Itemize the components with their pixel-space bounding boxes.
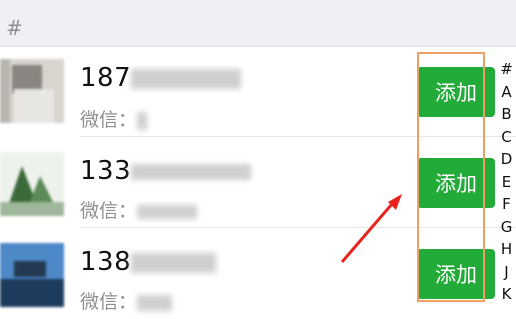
index-bar[interactable]: # A B C D E F G H J K [497, 58, 516, 306]
index-letter[interactable]: C [501, 126, 511, 149]
avatar [0, 59, 64, 123]
index-letter[interactable]: J [504, 261, 508, 284]
red-arrow-icon [340, 194, 402, 263]
contact-wechat: 微信： [80, 196, 198, 223]
index-letter[interactable]: B [501, 103, 511, 126]
contact-wechat: 微信： [80, 105, 148, 132]
index-letter[interactable]: G [501, 216, 513, 239]
divider [80, 136, 516, 137]
section-title: # [6, 16, 23, 40]
index-letter[interactable]: D [501, 148, 513, 171]
contact-row[interactable]: 133 微信： 添加 [0, 138, 516, 228]
section-header: # [0, 0, 516, 47]
index-letter[interactable]: F [502, 193, 511, 216]
contact-name: 133 [80, 156, 252, 186]
divider [80, 227, 516, 228]
add-button[interactable]: 添加 [417, 158, 495, 208]
contact-row[interactable]: 187 微信： 添加 [0, 47, 516, 137]
index-letter[interactable]: K [502, 283, 512, 306]
add-button[interactable]: 添加 [417, 67, 495, 117]
index-letter[interactable]: H [501, 238, 512, 261]
index-letter[interactable]: # [500, 58, 513, 81]
contact-row[interactable]: 138 微信： 添加 [0, 229, 516, 319]
index-letter[interactable]: A [501, 81, 511, 104]
avatar [0, 243, 64, 307]
contact-name: 138 [80, 247, 217, 277]
index-letter[interactable]: E [502, 171, 511, 194]
contact-name: 187 [80, 63, 242, 93]
avatar [0, 152, 64, 216]
contact-wechat: 微信： [80, 287, 173, 314]
add-button[interactable]: 添加 [417, 249, 495, 299]
